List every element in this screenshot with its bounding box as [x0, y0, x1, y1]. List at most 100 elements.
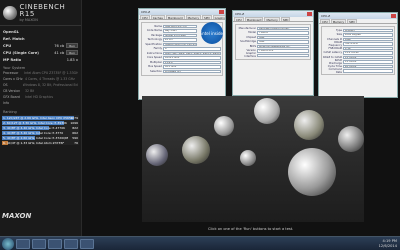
app-logo: CINEBENCH R15 by MAXON: [0, 0, 81, 26]
tab-mainboard[interactable]: Mainboard: [165, 15, 185, 20]
field-value: 1:16: [343, 46, 393, 50]
test-label: CPU (Single Core): [3, 50, 39, 55]
run-button[interactable]: Run: [66, 43, 78, 48]
ranking-title: Ranking: [3, 110, 17, 114]
window-title: CPU-Z: [235, 12, 245, 16]
intel-logo-icon: intel inside: [201, 22, 223, 44]
sphere: [214, 116, 234, 136]
tab-caches[interactable]: Caches: [150, 15, 165, 20]
close-icon[interactable]: [307, 12, 312, 16]
taskbar-app-cinebench[interactable]: [32, 238, 46, 249]
close-icon[interactable]: [219, 10, 224, 14]
test-label: CPU: [3, 43, 12, 48]
field-label: Chipset: [246, 35, 256, 39]
taskbar-app-cpuz[interactable]: [64, 238, 78, 249]
system-info: Processor Intel Atom CPU Z3735F @ 1.33GHz…: [0, 70, 81, 108]
ranking-score: 662: [72, 130, 78, 135]
field-value: Socket 1170 BGA: [163, 33, 197, 37]
field-value: Dual: [343, 37, 393, 41]
status-message: Click on one of the 'Run' buttons to sta…: [208, 227, 294, 231]
field-label: Family: [153, 47, 162, 51]
ranking-label: 5. 4C/8T @ 2.60 GHz, Intel Core i7-3720Q…: [3, 135, 69, 140]
ranking-score: 1279: [70, 115, 78, 120]
field-label: Size: [336, 33, 342, 37]
run-button[interactable]: Run: [66, 50, 78, 55]
field-value: 83.3 MHz: [163, 65, 221, 69]
field-label: Southbridge: [240, 40, 256, 44]
ranking-label: 1. 12C/24T @ 2.66 GHz, Intel Xeon CPU X5…: [3, 115, 73, 120]
sphere: [146, 144, 168, 166]
render-preview: [142, 96, 364, 222]
field-value: LPDDR3: [343, 28, 393, 32]
start-button-icon[interactable]: [2, 237, 14, 250]
cpuz-window-cpu[interactable]: CPU-Z CPU Caches Mainboard Memory SPD Graphic…: [138, 8, 226, 100]
field-row: Selection Processor #1: [143, 69, 221, 74]
field-value: [257, 53, 309, 57]
sphere: [338, 126, 364, 152]
field-value: ASUSTeK COMPUTER INC.: [257, 26, 309, 30]
sphere: [288, 148, 336, 196]
ranking-score: 590: [72, 135, 78, 140]
tab-spd[interactable]: SPD: [280, 17, 291, 22]
cinebench-logo-icon: [3, 5, 17, 20]
field-label: BIOS: [249, 44, 256, 48]
field-value: Intel: [257, 35, 309, 39]
field-label: Model: [248, 31, 256, 35]
field-label: Technology: [147, 38, 162, 42]
field-label: Core Speed: [147, 56, 162, 60]
field-value: 2048 MBytes: [343, 33, 393, 37]
ranking-row[interactable]: 6. 4C/4T @ 1.33 GHz, Intel Atom Z3735F 76: [2, 140, 79, 145]
field-value: Intel Atom Z3735F: [163, 24, 197, 28]
test-row: CPU 76 cb Run: [3, 42, 78, 49]
field-label: Selection: [150, 69, 162, 73]
tab-spd[interactable]: SPD: [347, 19, 357, 24]
test-row: OpenGL: [3, 28, 78, 35]
tab-cpu[interactable]: CPU: [140, 15, 150, 20]
window-title: CPU-Z: [141, 10, 151, 14]
app-title: CINEBENCH R15: [19, 2, 66, 18]
field-row: RAS# Precharge 11 clocks: [323, 59, 393, 65]
tab-mainboard[interactable]: Mainboard: [244, 17, 264, 22]
tab-spd[interactable]: SPD: [201, 15, 212, 20]
tab-graphics[interactable]: Graphics: [212, 15, 225, 20]
field-row: DRAM Frequency 532.9 MHz: [323, 41, 393, 47]
sphere: [182, 136, 210, 164]
taskbar-app-cpuz[interactable]: [80, 238, 94, 249]
tab-memory[interactable]: Memory: [185, 15, 201, 20]
field-label: FSB:DRAM: [328, 46, 342, 50]
field-value: 11 clocks: [343, 55, 393, 59]
tab-memory[interactable]: Memory: [330, 19, 347, 24]
field-value: Intel: [257, 40, 309, 44]
cpuz-window-mainboard[interactable]: CPU-Z CPU Mainboard Memory SPD Manufacturer…: [232, 10, 314, 96]
cpuz-window-memory[interactable]: CPU-Z CPU Memory SPD Type LPDDR3 Size 2048 MB…: [318, 12, 398, 98]
system-key: Info: [3, 101, 10, 105]
field-group: Type LPDDR3 Size 2048 MBytes Channels # Dual D…: [321, 26, 395, 75]
field-value: Bay Trail-T: [163, 29, 197, 33]
tab-memory[interactable]: Memory: [264, 17, 280, 22]
main-area: CPU-Z CPU Caches Mainboard Memory SPD Graphic…: [82, 0, 400, 236]
test-row: Ref. Match: [3, 35, 78, 42]
field-value: x 22.0: [163, 60, 221, 64]
field-label: Specification: [145, 42, 162, 46]
taskbar-app-cpuz[interactable]: [48, 238, 62, 249]
ranking-label: 3. 4C/8T @ 4.40 GHz, Intel Core i7-4770K: [3, 125, 66, 130]
sidebar: CINEBENCH R15 by MAXON OpenGL Ref. Match C…: [0, 0, 82, 236]
system-tray-clock[interactable]: 4:19 PM 12/6/2014: [379, 239, 400, 248]
field-row: Command Rate: [323, 68, 393, 74]
field-value: T100TA.310: [257, 49, 309, 53]
field-value: 28 clocks: [343, 64, 393, 68]
field-value: Processor #1: [163, 69, 221, 73]
tray-date: 12/6/2014: [378, 243, 397, 248]
system-row: Info: [3, 101, 78, 107]
tab-cpu[interactable]: CPU: [320, 19, 330, 24]
window-title: CPU-Z: [321, 14, 331, 18]
tab-cpu[interactable]: CPU: [234, 17, 244, 22]
close-icon[interactable]: [391, 14, 396, 18]
field-value: 22 nm: [163, 38, 197, 42]
taskbar-app-explorer[interactable]: [16, 238, 30, 249]
field-label: Manufacturer: [238, 26, 256, 30]
maxon-logo: MAXON: [2, 212, 32, 220]
ranking-label: 4. 4C/8T @ 3.40 GHz, Intel Core i7-3770: [3, 130, 64, 135]
test-label: MP Ratio: [3, 57, 22, 62]
ranking-label: 2. 6C/12T @ 3.30 GHz, Intel Core i7-3930…: [3, 120, 68, 125]
